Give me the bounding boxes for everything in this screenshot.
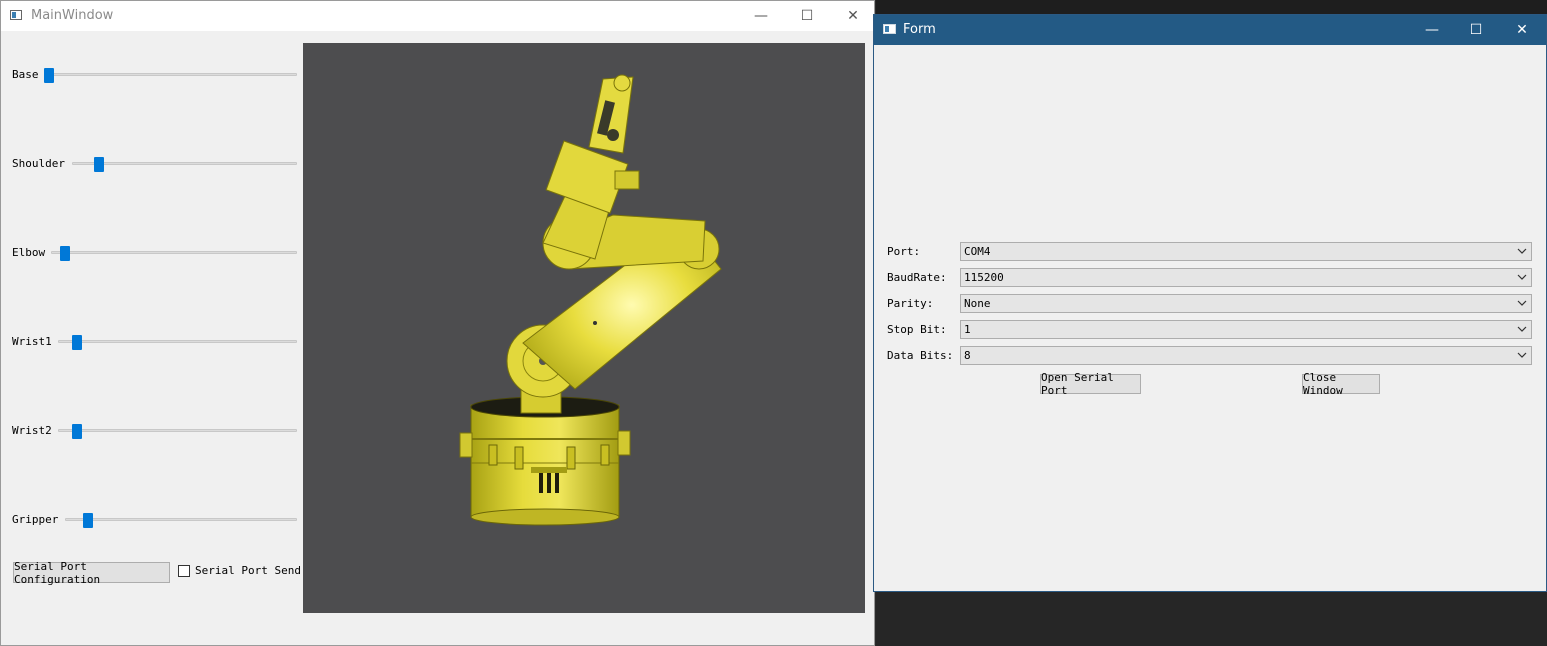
slider-track-gripper[interactable] [65, 518, 297, 521]
chevron-down-icon [1517, 326, 1527, 332]
port-label: Port: [887, 245, 921, 258]
close-icon: ✕ [847, 8, 859, 24]
parity-combobox[interactable]: None [960, 294, 1532, 313]
baudrate-label: BaudRate: [887, 271, 947, 284]
minimize-button[interactable]: — [738, 1, 784, 31]
minimize-icon: — [1425, 22, 1439, 38]
desktop-background [876, 592, 1547, 646]
robot-base [459, 396, 631, 526]
baudrate-combobox[interactable]: 115200 [960, 268, 1532, 287]
data-bits-combobox[interactable]: 8 [960, 346, 1532, 365]
maximize-button[interactable]: ☐ [1453, 15, 1499, 45]
slider-label-gripper: Gripper [12, 513, 59, 526]
baudrate-value: 115200 [964, 271, 1004, 284]
stop-bit-value: 1 [964, 323, 971, 336]
close-window-button[interactable]: Close Window [1302, 371, 1380, 397]
slider-label-shoulder: Shoulder [12, 157, 65, 170]
maximize-icon: ☐ [1469, 22, 1483, 38]
minimize-icon: — [754, 8, 768, 24]
close-button[interactable]: ✕ [1499, 15, 1545, 45]
slider-label-base: Base [12, 68, 39, 81]
chevron-down-icon [1517, 274, 1527, 280]
port-value: COM4 [964, 245, 991, 258]
slider-track-base[interactable] [44, 73, 297, 76]
stop-bit-label: Stop Bit: [887, 323, 947, 336]
form-window-title: Form [903, 22, 936, 37]
parity-value: None [964, 297, 991, 310]
robot-arm-model [459, 74, 722, 526]
desktop-background [876, 0, 1547, 14]
parity-label: Parity: [887, 297, 934, 310]
form-window: Form — ☐ ✕ Port: COM4 BaudRate: 115200 Parit… [873, 14, 1547, 592]
close-icon: ✕ [1516, 22, 1528, 38]
slider-track-shoulder[interactable] [72, 162, 297, 165]
robot-wrist [545, 140, 640, 214]
slider-label-wrist1: Wrist1 [12, 335, 52, 348]
slider-handle-base[interactable] [44, 68, 54, 83]
chevron-down-icon [1517, 352, 1527, 358]
port-combobox[interactable]: COM4 [960, 242, 1532, 261]
maximize-button[interactable]: ☐ [784, 1, 830, 31]
main-window: MainWindow — ☐ ✕ Base Shoulder Elbow Wrist1… [0, 0, 875, 646]
serial-port-send-label: Serial Port Send [195, 564, 301, 577]
slider-handle-gripper[interactable] [83, 513, 93, 528]
main-window-title: MainWindow [31, 8, 114, 23]
serial-port-configuration-button[interactable]: Serial Port Configuration [13, 560, 170, 586]
robot-3d-viewport[interactable] [303, 43, 865, 613]
maximize-icon: ☐ [800, 8, 814, 24]
app-icon [10, 10, 22, 20]
slider-label-elbow: Elbow [12, 246, 46, 259]
slider-handle-wrist2[interactable] [72, 424, 82, 439]
close-button[interactable]: ✕ [830, 1, 876, 31]
slider-handle-wrist1[interactable] [72, 335, 82, 350]
stop-bit-combobox[interactable]: 1 [960, 320, 1532, 339]
slider-track-wrist1[interactable] [58, 340, 297, 343]
main-window-titlebar[interactable]: MainWindow — ☐ ✕ [1, 1, 874, 31]
form-window-titlebar[interactable]: Form — ☐ ✕ [874, 15, 1546, 45]
open-serial-port-button[interactable]: Open Serial Port [1040, 371, 1141, 397]
minimize-button[interactable]: — [1409, 15, 1455, 45]
slider-track-wrist2[interactable] [58, 429, 297, 432]
serial-port-send-checkbox[interactable] [178, 565, 190, 577]
robot-gripper [588, 74, 634, 154]
slider-track-elbow[interactable] [51, 251, 297, 254]
chevron-down-icon [1517, 300, 1527, 306]
slider-handle-elbow[interactable] [60, 246, 70, 261]
slider-label-wrist2: Wrist2 [12, 424, 52, 437]
slider-handle-shoulder[interactable] [94, 157, 104, 172]
data-bits-value: 8 [964, 349, 971, 362]
data-bits-label: Data Bits: [887, 349, 954, 362]
app-icon [883, 24, 896, 34]
chevron-down-icon [1517, 248, 1527, 254]
